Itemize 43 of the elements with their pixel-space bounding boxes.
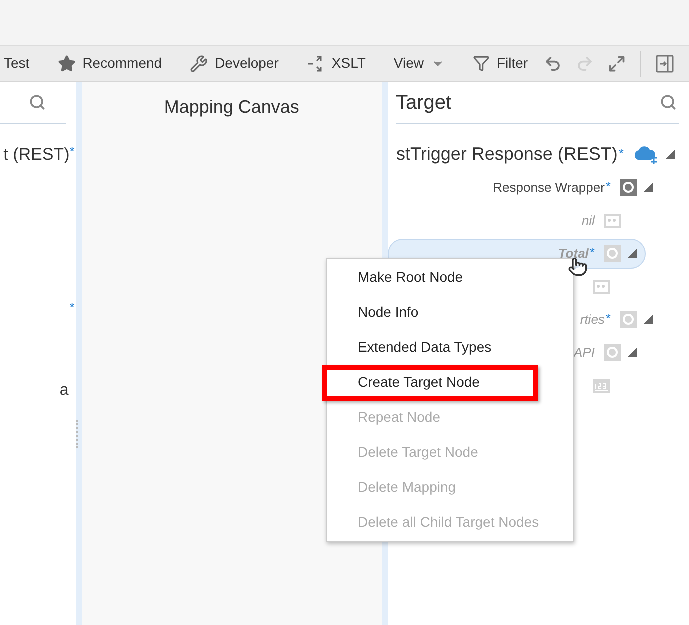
expand-triangle-icon[interactable] — [644, 183, 654, 192]
tree-row[interactable]: rties* — [579, 304, 662, 334]
menu-item[interactable]: Create Target Node — [327, 365, 573, 400]
tree-node-label[interactable]: a — [60, 379, 75, 403]
tree-row[interactable]: stTrigger Response (REST)* — [396, 140, 684, 170]
required-asterisk: * — [618, 144, 624, 162]
tree-node-label: rties — [580, 310, 605, 329]
toolbar-button[interactable]: View — [394, 53, 445, 74]
tree-node-label: stTrigger Response (REST) — [396, 143, 618, 166]
tree-node-label: nil — [582, 212, 595, 230]
toolbar-button[interactable]: XSLT — [306, 53, 366, 74]
tree-row[interactable]: Response Wrapper* — [492, 172, 662, 202]
required-asterisk: * — [606, 310, 611, 328]
tree-node-label: Response Wrapper — [493, 178, 605, 197]
search-icon[interactable] — [28, 94, 46, 111]
search-icon[interactable] — [660, 94, 677, 111]
required-asterisk: * — [606, 178, 611, 196]
transform-arrows-icon — [306, 54, 325, 72]
tree-node-label[interactable]: t (REST) — [4, 142, 70, 168]
panel-title: Target — [396, 90, 452, 116]
expand-icon[interactable] — [608, 54, 626, 72]
required-asterisk: * — [590, 244, 595, 262]
toolbar-button[interactable]: Recommend — [58, 53, 162, 74]
required-asterisk: * — [70, 143, 75, 161]
panel-title: Mapping Canvas — [164, 96, 300, 116]
menu-item[interactable]: Node Info — [327, 295, 573, 330]
toolbar-button[interactable]: Filter — [472, 53, 528, 74]
filter-icon — [472, 55, 490, 72]
expand-triangle-icon[interactable] — [628, 348, 638, 357]
star-icon — [58, 54, 76, 72]
toolbar-button[interactable]: Developer — [190, 53, 279, 74]
required-asterisk: * — [70, 298, 75, 316]
panel-toggle-icon[interactable] — [655, 54, 676, 74]
undo-icon[interactable] — [544, 54, 562, 72]
menu-item[interactable]: Extended Data Types — [327, 330, 573, 365]
expand-triangle-icon[interactable] — [628, 249, 638, 258]
tree-node-label: Total — [558, 244, 589, 263]
tree-node-label: API — [574, 344, 595, 362]
tools-icon — [190, 54, 208, 72]
expand-triangle-icon[interactable] — [644, 315, 654, 324]
toolbar-button[interactable]: Test — [4, 53, 30, 74]
expand-triangle-icon[interactable] — [666, 150, 676, 159]
resize-grip[interactable] — [76, 420, 79, 448]
